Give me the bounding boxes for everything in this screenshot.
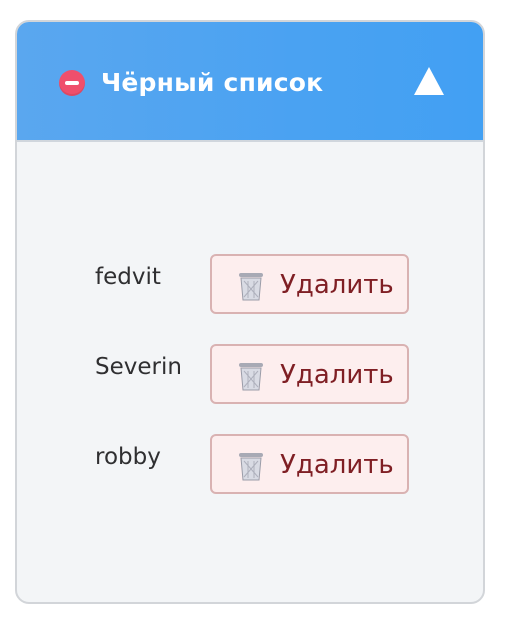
delete-label: Удалить [280,360,394,390]
username: Severin [95,354,182,380]
list-item: Severin Удалить [17,344,483,406]
delete-label: Удалить [280,450,394,480]
collapse-toggle[interactable] [411,64,447,98]
panel-header: Чёрный список [17,22,483,142]
panel-title: Чёрный список [101,68,324,97]
username: robby [95,444,161,470]
delete-button[interactable]: Удалить [210,434,409,494]
username: fedvit [95,264,161,290]
delete-button[interactable]: Удалить [210,344,409,404]
wastebasket-icon [239,453,263,481]
blacklist-panel: Чёрный список fedvit Удалить Severin Уда… [15,20,485,604]
wastebasket-icon [239,363,263,391]
no-entry-icon [59,70,85,96]
list-item: robby Удалить [17,434,483,496]
wastebasket-icon [239,273,263,301]
triangle-up-icon [414,67,444,95]
delete-button[interactable]: Удалить [210,254,409,314]
list-item: fedvit Удалить [17,254,483,316]
delete-label: Удалить [280,270,394,300]
